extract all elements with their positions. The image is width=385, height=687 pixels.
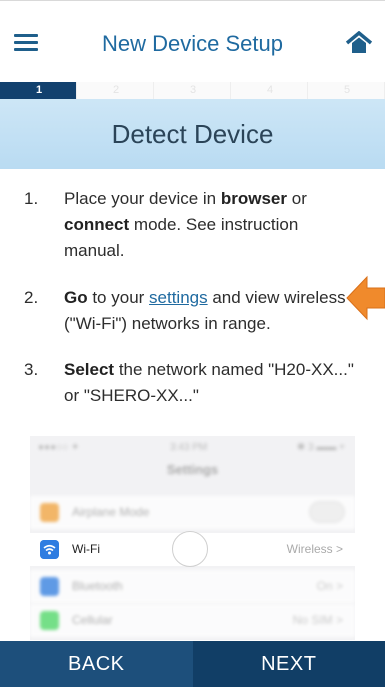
bluetooth-icon: [40, 577, 59, 596]
bold-text: connect: [64, 215, 130, 234]
instruction-step-2: 2. Go to your settings and view wireless…: [24, 285, 354, 337]
row-label: Cellular: [72, 613, 113, 627]
step-5: 5: [308, 82, 385, 99]
instruction-step-1: 1. Place your device in browser or conne…: [24, 186, 354, 264]
row-value: No SIM >: [292, 613, 343, 627]
section-banner: Detect Device: [0, 99, 385, 169]
airplane-toggle: [309, 501, 345, 523]
next-button[interactable]: NEXT: [192, 641, 385, 687]
row-label: Airplane Mode: [72, 505, 150, 519]
text-segment: to your: [87, 288, 150, 307]
step-number: 2.: [24, 288, 39, 307]
row-value: On >: [316, 579, 343, 593]
status-bar: ●●●○○ ✦ 3:43 PM ✱ 3 ▬▬ +: [30, 436, 355, 458]
row-value: Wireless >: [286, 542, 343, 556]
bold-text: Select: [64, 360, 115, 379]
app-header: New Device Setup: [0, 0, 385, 82]
section-title: Detect Device: [111, 118, 274, 149]
instruction-text: Place your device in browser or connect …: [64, 186, 354, 264]
bold-text: Go: [64, 288, 88, 307]
instruction-text: Select the network named "H20-XX..." or …: [64, 357, 354, 409]
wifi-icon: [40, 540, 59, 559]
pointer-arrow-icon: [346, 275, 385, 321]
cellular-row: Cellular No SIM >: [30, 604, 355, 637]
page-title: New Device Setup: [102, 31, 283, 56]
step-number: 3.: [24, 360, 39, 379]
step-indicator: 1 2 3 4 5: [0, 82, 385, 99]
back-button[interactable]: BACK: [0, 641, 193, 687]
bluetooth-row: Bluetooth On >: [30, 570, 355, 603]
step-number: 1.: [24, 189, 39, 208]
touch-indicator: [172, 531, 208, 567]
bold-text: browser: [220, 189, 288, 208]
carrier-signal: ●●●○○ ✦: [38, 442, 80, 453]
row-label: Wi-Fi: [72, 542, 100, 556]
airplane-icon: [40, 503, 59, 522]
step-3: 3: [154, 82, 231, 99]
text-segment: or: [287, 189, 307, 208]
settings-screenshot-image: ●●●○○ ✦ 3:43 PM ✱ 3 ▬▬ + Settings Airpla…: [30, 436, 355, 640]
instruction-step-3: 3. Select the network named "H20-XX..." …: [24, 357, 354, 409]
footer-nav: BACK NEXT: [0, 641, 385, 687]
airplane-mode-row: Airplane Mode: [30, 496, 355, 529]
settings-title: Settings: [166, 462, 219, 477]
text-segment: Place your device in: [64, 189, 221, 208]
battery-status: ✱ 3 ▬▬ +: [296, 442, 345, 453]
cellular-icon: [40, 611, 59, 630]
row-label: Bluetooth: [72, 579, 123, 593]
step-2: 2: [77, 82, 154, 99]
step-1: 1: [0, 82, 77, 99]
status-time: 3:43 PM: [170, 442, 208, 453]
settings-link[interactable]: settings: [149, 288, 208, 307]
instruction-text: Go to your settings and view wireless ("…: [64, 285, 354, 337]
home-icon[interactable]: [345, 31, 373, 55]
step-4: 4: [231, 82, 308, 99]
